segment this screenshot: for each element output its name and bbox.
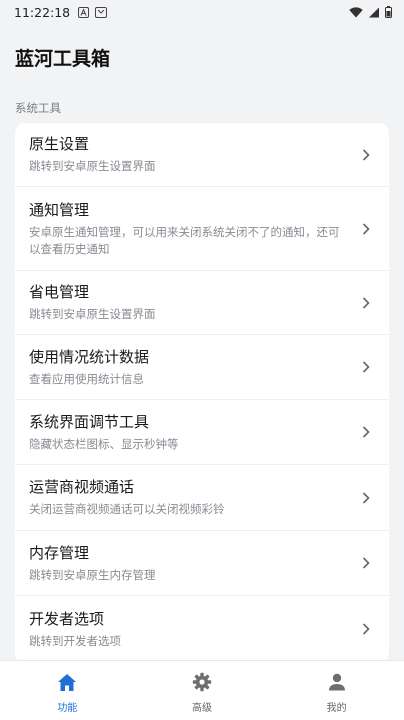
nav-item-advanced[interactable]: 高级 [135, 661, 270, 720]
chevron-right-icon [359, 148, 373, 162]
nav-item-features[interactable]: 功能 [0, 661, 135, 720]
list-item-carrier-video-call[interactable]: 运营商视频通话 关闭运营商视频通话可以关闭视频彩铃 [15, 465, 389, 531]
status-time: 11:22:18 [14, 4, 71, 20]
chevron-right-icon [359, 491, 373, 505]
item-title: 省电管理 [29, 283, 90, 301]
chevron-right-icon [359, 360, 373, 374]
nav-label: 我的 [326, 703, 347, 714]
list-item-developer-options[interactable]: 开发者选项 跳转到开发者选项 [15, 596, 389, 662]
item-subtitle: 跳转到开发者选项 [29, 633, 121, 648]
item-title: 原生设置 [29, 135, 90, 153]
list-item-usage-stats[interactable]: 使用情况统计数据 查看应用使用统计信息 [15, 335, 389, 400]
item-subtitle: 跳转到安卓原生内存管理 [29, 567, 156, 582]
bottom-nav: 功能 高级 我的 [0, 660, 404, 720]
list-item-native-settings[interactable]: 原生设置 跳转到安卓原生设置界面 [15, 123, 389, 187]
item-subtitle: 跳转到安卓原生设置界面 [29, 307, 156, 321]
section-label: 系统工具 [15, 101, 61, 115]
item-subtitle: 跳转到安卓原生设置界面 [29, 159, 156, 173]
tool-list: 原生设置 跳转到安卓原生设置界面 通知管理 安卓原生通知管理，可以用来关闭系统关… [15, 123, 389, 663]
chevron-right-icon [359, 425, 373, 439]
list-item-memory-manager[interactable]: 内存管理 跳转到安卓原生内存管理 [15, 531, 389, 596]
system-status-icons [349, 6, 392, 18]
item-subtitle: 关闭运营商视频通话可以关闭视频彩铃 [29, 502, 225, 516]
app-notification-icon [95, 6, 108, 18]
nav-label: 功能 [57, 703, 78, 714]
chevron-right-icon [359, 622, 373, 636]
chevron-right-icon [359, 296, 373, 310]
gear-icon [191, 671, 213, 693]
nav-label: 高级 [192, 703, 212, 714]
item-title: 使用情况统计数据 [29, 347, 150, 366]
list-item-power-saving[interactable]: 省电管理 跳转到安卓原生设置界面 [15, 271, 389, 335]
chevron-right-icon [359, 222, 373, 236]
signal-icon [369, 7, 379, 17]
item-title: 运营商视频通话 [29, 478, 135, 496]
item-subtitle: 查看应用使用统计信息 [29, 371, 144, 386]
list-item-system-ui-tuner[interactable]: 系统界面调节工具 隐藏状态栏图标、显示秒钟等 [15, 400, 389, 465]
page-title: 蓝河工具箱 [15, 48, 111, 70]
item-title: 通知管理 [29, 200, 90, 219]
item-subtitle: 隐藏状态栏图标、显示秒钟等 [29, 436, 179, 451]
person-icon [326, 671, 348, 693]
wifi-icon [349, 6, 363, 17]
item-subtitle: 安卓原生通知管理，可以用来关闭系统关闭不了的通知，还可以查看历史通知 [29, 224, 340, 256]
status-bar: 11:22:18 [0, 0, 404, 24]
item-title: 系统界面调节工具 [29, 412, 150, 431]
notification-icons [78, 6, 108, 18]
battery-icon [385, 6, 392, 18]
home-icon [56, 671, 78, 693]
nav-item-profile[interactable]: 我的 [269, 661, 404, 720]
item-title: 开发者选项 [29, 609, 105, 628]
chevron-right-icon [359, 556, 373, 570]
font-notification-icon [78, 6, 90, 18]
list-item-notification-manager[interactable]: 通知管理 安卓原生通知管理，可以用来关闭系统关闭不了的通知，还可以查看历史通知 [15, 187, 389, 271]
app-screen: 11:22:18 蓝河工具箱 系统工具 原生设置 跳转到安卓原生设置界面 通知管… [0, 0, 404, 720]
item-title: 内存管理 [29, 543, 90, 562]
